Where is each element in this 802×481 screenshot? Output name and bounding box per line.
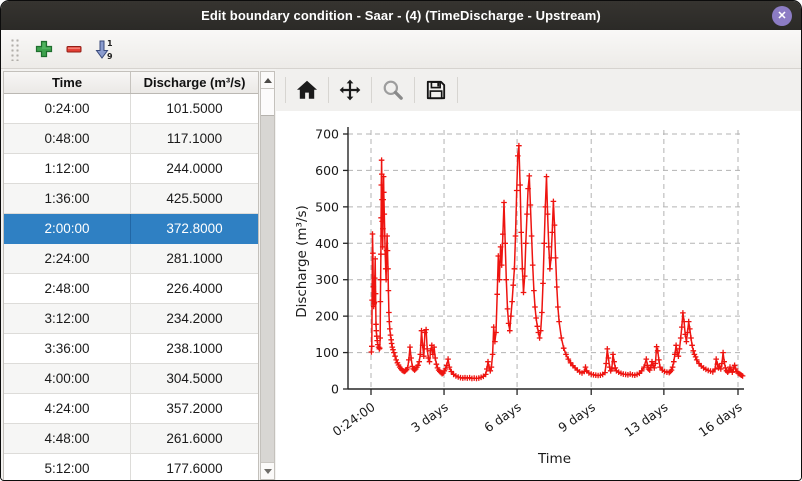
timeseries-table: Time Discharge (m³/s) 0:24:00101.50000:4… [3, 71, 259, 480]
remove-row-button[interactable] [59, 35, 89, 63]
time-cell[interactable]: 1:36:00 [4, 184, 131, 213]
titlebar[interactable]: Edit boundary condition - Saar - (4) (Ti… [1, 1, 801, 30]
svg-text:9: 9 [107, 52, 113, 60]
pan-button[interactable] [334, 74, 366, 106]
table-row[interactable]: 4:48:00261.6000 [4, 424, 258, 454]
table-row[interactable]: 2:24:00281.1000 [4, 244, 258, 274]
svg-text:700: 700 [315, 127, 339, 142]
scroll-down-button[interactable] [261, 462, 274, 479]
chart-panel: 0 100 200 300 400 500 600 700 0:24:00 3 days 6 day… [276, 69, 801, 480]
discharge-cell[interactable]: 357.2000 [131, 394, 258, 423]
table-row[interactable]: 2:00:00372.8000 [4, 214, 258, 244]
table-row[interactable]: 3:12:00234.2000 [4, 304, 258, 334]
svg-text:200: 200 [315, 309, 339, 324]
toolbar-separator [414, 77, 415, 103]
table-row[interactable]: 5:12:00177.6000 [4, 454, 258, 480]
discharge-cell[interactable]: 101.5000 [131, 94, 258, 123]
time-cell[interactable]: 4:48:00 [4, 424, 131, 453]
svg-text:600: 600 [315, 163, 339, 178]
svg-text:9 days: 9 days [555, 399, 598, 435]
table-row[interactable]: 0:24:00101.5000 [4, 94, 258, 124]
sort-1-9-arrow-icon: 1 9 [93, 38, 115, 60]
discharge-cell[interactable]: 117.1000 [131, 124, 258, 153]
time-cell[interactable]: 4:00:00 [4, 364, 131, 393]
svg-text:300: 300 [315, 272, 339, 287]
window-title: Edit boundary condition - Saar - (4) (Ti… [201, 8, 601, 23]
svg-text:400: 400 [315, 236, 339, 251]
arrow-up-icon [264, 78, 272, 83]
table-row[interactable]: 0:48:00117.1000 [4, 124, 258, 154]
table-row[interactable]: 4:00:00304.5000 [4, 364, 258, 394]
time-cell[interactable]: 1:12:00 [4, 154, 131, 183]
time-cell[interactable]: 2:00:00 [4, 214, 131, 243]
home-icon [295, 78, 319, 102]
arrow-down-icon [264, 469, 272, 474]
discharge-cell[interactable]: 234.2000 [131, 304, 258, 333]
svg-text:Time: Time [537, 451, 571, 467]
main-toolbar: 1 9 [1, 30, 801, 69]
table-row[interactable]: 1:12:00244.0000 [4, 154, 258, 184]
svg-text:6 days: 6 days [481, 399, 524, 435]
add-row-button[interactable] [29, 35, 59, 63]
svg-text:13 days: 13 days [622, 399, 671, 440]
chart-svg[interactable]: 0 100 200 300 400 500 600 700 0:24:00 3 days 6 day… [276, 111, 802, 479]
table-row[interactable]: 3:36:00238.1000 [4, 334, 258, 364]
column-header-discharge[interactable]: Discharge (m³/s) [131, 72, 258, 93]
table-body: 0:24:00101.50000:48:00117.10001:12:00244… [4, 94, 258, 480]
table-header: Time Discharge (m³/s) [4, 72, 258, 94]
discharge-cell[interactable]: 244.0000 [131, 154, 258, 183]
red-minus-icon [64, 39, 84, 59]
time-cell[interactable]: 3:36:00 [4, 334, 131, 363]
table-row[interactable]: 2:48:00226.4000 [4, 274, 258, 304]
discharge-cell[interactable]: 238.1000 [131, 334, 258, 363]
close-icon: ✕ [777, 9, 786, 22]
scrollbar-thumb[interactable] [261, 89, 274, 116]
svg-text:0:24:00: 0:24:00 [330, 399, 378, 439]
sort-ascending-button[interactable]: 1 9 [89, 35, 119, 63]
save-floppy-icon [424, 78, 448, 102]
toolbar-separator [285, 77, 286, 103]
discharge-cell[interactable]: 281.1000 [131, 244, 258, 273]
zoom-rect-button[interactable] [377, 74, 409, 106]
svg-text:1: 1 [107, 39, 113, 48]
discharge-cell[interactable]: 372.8000 [131, 214, 258, 243]
svg-text:Discharge (m³/s): Discharge (m³/s) [294, 205, 310, 318]
save-figure-button[interactable] [420, 74, 452, 106]
discharge-cell[interactable]: 425.5000 [131, 184, 258, 213]
time-cell[interactable]: 0:48:00 [4, 124, 131, 153]
time-cell[interactable]: 0:24:00 [4, 94, 131, 123]
magnifier-zoom-icon [381, 78, 405, 102]
table-row[interactable]: 4:24:00357.2000 [4, 394, 258, 424]
toolbar-separator [328, 77, 329, 103]
svg-text:500: 500 [315, 199, 339, 214]
svg-text:0: 0 [331, 382, 339, 397]
time-cell[interactable]: 2:24:00 [4, 244, 131, 273]
svg-text:3 days: 3 days [408, 399, 451, 435]
toolbar-separator [457, 77, 458, 103]
column-header-time[interactable]: Time [4, 72, 131, 93]
time-cell[interactable]: 5:12:00 [4, 454, 131, 480]
pan-move-icon [338, 78, 362, 102]
svg-text:100: 100 [315, 345, 339, 360]
green-plus-icon [34, 39, 54, 59]
discharge-cell[interactable]: 226.4000 [131, 274, 258, 303]
time-cell[interactable]: 3:12:00 [4, 304, 131, 333]
edit-boundary-condition-dialog: Edit boundary condition - Saar - (4) (Ti… [0, 0, 802, 481]
toolbar-separator [371, 77, 372, 103]
toolbar-grip-handle[interactable] [9, 37, 19, 61]
table-vertical-scrollbar[interactable] [260, 71, 275, 480]
discharge-cell[interactable]: 177.6000 [131, 454, 258, 480]
time-cell[interactable]: 4:24:00 [4, 394, 131, 423]
plot-toolbar [276, 69, 801, 111]
discharge-cell[interactable]: 304.5000 [131, 364, 258, 393]
scroll-up-button[interactable] [261, 72, 274, 89]
time-cell[interactable]: 2:48:00 [4, 274, 131, 303]
discharge-cell[interactable]: 261.6000 [131, 424, 258, 453]
table-row[interactable]: 1:36:00425.5000 [4, 184, 258, 214]
home-view-button[interactable] [291, 74, 323, 106]
close-button[interactable]: ✕ [772, 6, 792, 26]
svg-text:16 days: 16 days [696, 399, 745, 440]
dialog-content: Time Discharge (m³/s) 0:24:00101.50000:4… [1, 69, 801, 480]
